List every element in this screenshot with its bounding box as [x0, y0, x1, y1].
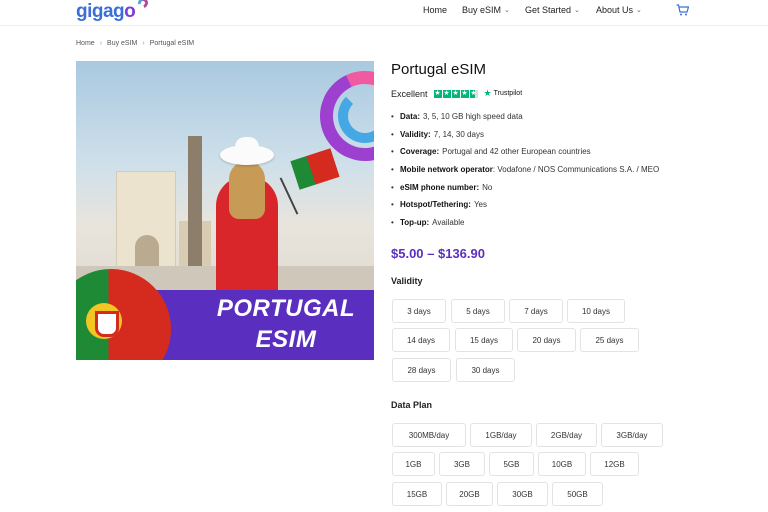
- data-plan-option[interactable]: 15GB: [392, 482, 442, 506]
- feature-item: • Hotspot/Tethering: Yes: [391, 199, 659, 217]
- validity-option[interactable]: 28 days: [392, 358, 451, 382]
- bullet-icon: •: [391, 112, 394, 121]
- logo-arc-icon: [136, 0, 150, 10]
- data-plan-option[interactable]: 5GB: [489, 452, 534, 476]
- hat-graphic: [220, 137, 274, 165]
- breadcrumb-home[interactable]: Home: [76, 40, 95, 47]
- rating-stars: ★ ★ ★ ★ ★: [433, 89, 478, 98]
- cart-icon[interactable]: [676, 4, 689, 16]
- product-image[interactable]: PORTUGAL ESIM: [76, 61, 374, 360]
- woman-hair-graphic: [229, 161, 265, 219]
- data-plan-option[interactable]: 3GB: [439, 452, 485, 476]
- banner-line-2: ESIM: [255, 326, 317, 353]
- star-half-icon: ★: [469, 89, 478, 98]
- nav-label: Get Started: [525, 5, 572, 15]
- nav-about-us[interactable]: About Us ⌄: [596, 5, 642, 15]
- flag-pole-graphic: [279, 177, 299, 215]
- feature-item: • Validity: 7, 14, 30 days: [391, 129, 659, 147]
- product-title: Portugal eSIM: [391, 61, 487, 78]
- data-plan-label: Data Plan: [391, 400, 433, 410]
- bullet-icon: •: [391, 129, 394, 139]
- feature-item: • Coverage: Portugal and 42 other European…: [391, 146, 659, 164]
- star-icon: ★: [433, 89, 442, 98]
- nav-label: Home: [423, 5, 448, 15]
- validity-option[interactable]: 25 days: [580, 328, 639, 352]
- bullet-icon: •: [391, 147, 394, 157]
- data-plan-option[interactable]: 30GB: [497, 482, 548, 506]
- validity-option[interactable]: 20 days: [517, 328, 576, 352]
- chevron-down-icon: ⌄: [504, 7, 510, 14]
- data-plan-option[interactable]: 12GB: [590, 452, 639, 476]
- trustpilot-text: Trustpilot: [493, 90, 523, 97]
- bullet-icon: •: [391, 218, 394, 228]
- data-plan-option[interactable]: 20GB: [446, 482, 493, 506]
- data-plan-option[interactable]: 2GB/day: [536, 423, 597, 447]
- rating-row[interactable]: Excellent ★ ★ ★ ★ ★ ★ Trustpilot: [391, 88, 522, 99]
- feature-item: • Mobile network operator: Vodafone / NOS…: [391, 164, 659, 182]
- data-plan-option[interactable]: 1GB: [392, 452, 435, 476]
- nav-label: Buy eSIM: [462, 5, 502, 15]
- feature-item: • Data: 3, 5, 10 GB high speed data: [391, 111, 659, 129]
- feature-item: • eSIM phone number: No: [391, 182, 659, 200]
- trustpilot-star-icon: ★: [483, 88, 492, 98]
- validity-option[interactable]: 5 days: [451, 299, 505, 323]
- validity-option[interactable]: 14 days: [392, 328, 450, 352]
- chevron-right-icon: ›: [142, 40, 145, 47]
- validity-option[interactable]: 30 days: [456, 358, 515, 382]
- nav-get-started[interactable]: Get Started ⌄: [525, 5, 580, 15]
- breadcrumb-current: Portugal eSIM: [149, 40, 195, 47]
- site-header: gigago Home Buy eSIM ⌄ Get Started ⌄ Abo…: [0, 0, 768, 26]
- validity-label: Validity: [391, 276, 423, 286]
- gigago-logo[interactable]: gigago: [76, 1, 136, 23]
- bullet-icon: •: [391, 182, 394, 192]
- validity-option[interactable]: 3 days: [392, 299, 446, 323]
- nav-label: About Us: [596, 5, 634, 15]
- chevron-down-icon: ⌄: [636, 7, 642, 14]
- arch-graphic: [116, 171, 176, 281]
- portugal-coat-of-arms-icon: [86, 303, 122, 339]
- data-plan-option[interactable]: 300MB/day: [392, 423, 466, 447]
- feature-item: • Top-up: Available: [391, 217, 659, 235]
- breadcrumb-buy-esim[interactable]: Buy eSIM: [107, 40, 137, 47]
- star-icon: ★: [442, 89, 451, 98]
- chevron-down-icon: ⌄: [574, 7, 580, 14]
- nav-buy-esim[interactable]: Buy eSIM ⌄: [462, 5, 510, 15]
- data-plan-option[interactable]: 1GB/day: [470, 423, 532, 447]
- nav-home[interactable]: Home: [423, 5, 447, 15]
- price-range: $5.00 – $136.90: [391, 246, 485, 261]
- star-icon: ★: [451, 89, 460, 98]
- statue-graphic: [188, 136, 202, 266]
- banner-line-1: PORTUGAL: [216, 295, 356, 322]
- banner-text: PORTUGAL ESIM: [211, 293, 361, 355]
- data-plan-option[interactable]: 3GB/day: [601, 423, 663, 447]
- validity-option[interactable]: 15 days: [455, 328, 513, 352]
- breadcrumb: Home › Buy eSIM › Portugal eSIM: [76, 40, 194, 47]
- trustpilot-logo: ★ Trustpilot: [484, 88, 523, 99]
- data-plan-option[interactable]: 50GB: [552, 482, 603, 506]
- data-plan-option[interactable]: 10GB: [538, 452, 586, 476]
- feature-list: • Data: 3, 5, 10 GB high speed data • Valid…: [391, 111, 659, 235]
- star-icon: ★: [460, 89, 469, 98]
- rating-label: Excellent: [391, 88, 428, 99]
- validity-option[interactable]: 10 days: [567, 299, 625, 323]
- chevron-right-icon: ›: [99, 40, 103, 47]
- bullet-icon: •: [391, 165, 394, 175]
- portugal-flag-graphic: [290, 148, 340, 190]
- bullet-icon: •: [391, 200, 394, 210]
- validity-option[interactable]: 7 days: [509, 299, 563, 323]
